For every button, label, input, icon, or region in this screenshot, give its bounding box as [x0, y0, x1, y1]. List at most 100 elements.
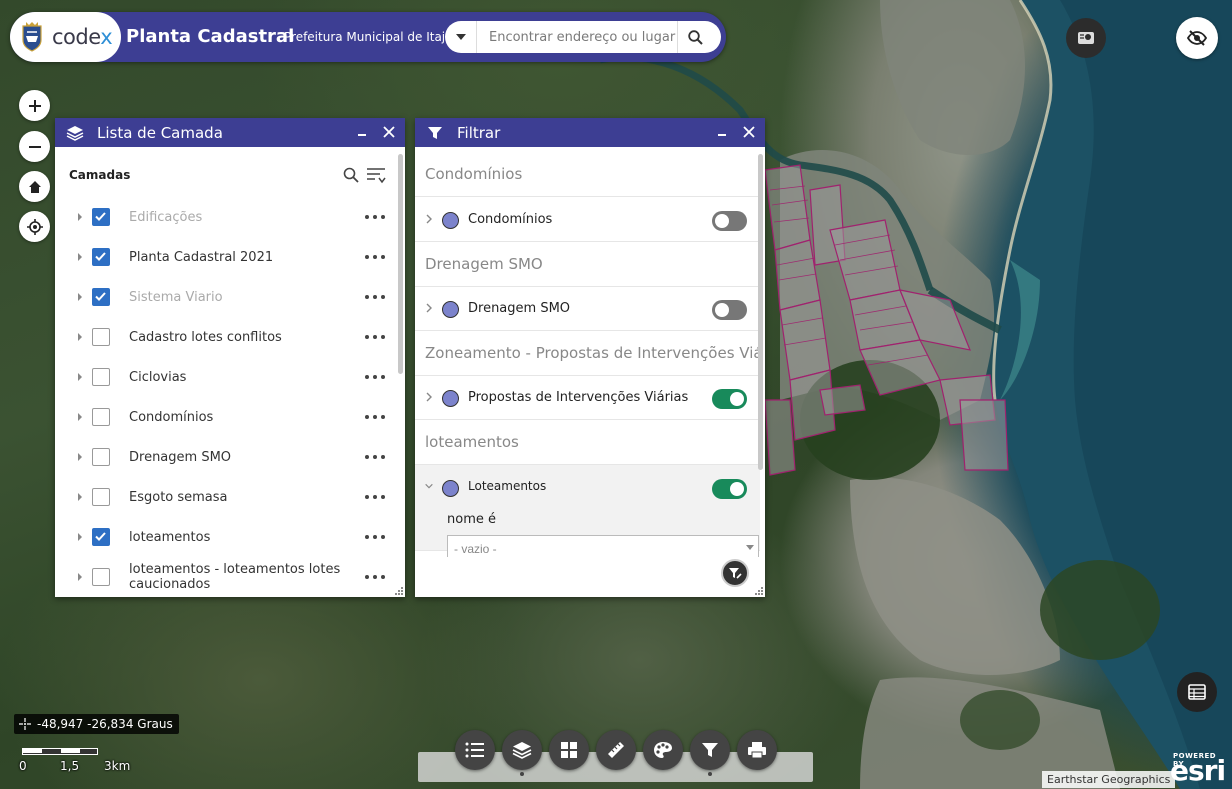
layer-checkbox[interactable] [92, 248, 110, 266]
filter-item-label: Loteamentos [468, 479, 547, 493]
minus-icon [28, 145, 41, 148]
visibility-toggle-button[interactable] [1176, 17, 1218, 59]
layer-row-planta-cadastral[interactable]: Planta Cadastral 2021 [55, 237, 395, 277]
layer-row-loteamentos-caucionados[interactable]: loteamentos - loteamentos lotes cauciona… [55, 557, 395, 597]
zoom-in-button[interactable] [19, 90, 50, 121]
expand-caret-icon[interactable] [75, 452, 85, 462]
more-options-icon[interactable] [364, 371, 386, 383]
search-button[interactable] [677, 21, 713, 53]
layer-name: Planta Cadastral 2021 [129, 249, 274, 265]
layer-row-sistema-viario[interactable]: Sistema Viario [55, 277, 395, 317]
layer-row-edificacoes[interactable]: Edificações [55, 197, 395, 237]
draw-button[interactable] [643, 730, 683, 770]
esri-logo[interactable]: POWERED BY esri [1168, 752, 1230, 787]
layer-name: loteamentos [129, 529, 211, 545]
zoom-out-button[interactable] [19, 131, 50, 162]
expand-caret-icon[interactable] [75, 492, 85, 502]
layer-row-cadastro-lotes-conflitos[interactable]: Cadastro lotes conflitos [55, 317, 395, 357]
expand-caret-icon[interactable] [75, 532, 85, 542]
plus-icon [28, 99, 41, 112]
brand-logo[interactable]: codex [10, 12, 121, 62]
apply-filter-button[interactable] [721, 559, 749, 587]
expand-caret-icon[interactable] [75, 252, 85, 262]
more-options-icon[interactable] [364, 411, 386, 423]
filter-toggle-switch[interactable] [712, 300, 747, 320]
layer-checkbox[interactable] [92, 368, 110, 386]
minimize-icon [718, 134, 726, 136]
locate-button[interactable] [19, 211, 50, 242]
layer-row-loteamentos[interactable]: loteamentos [55, 517, 395, 557]
filter-item-loteamentos[interactable]: Loteamentos nome é - vazio - [415, 465, 760, 557]
scale-label-end: 3km [104, 759, 131, 773]
minimize-button[interactable] [353, 123, 371, 141]
layer-checkbox[interactable] [92, 328, 110, 346]
filter-scrollbar[interactable] [758, 154, 763, 470]
measurement-button[interactable] [596, 730, 636, 770]
layer-checkbox[interactable] [92, 488, 110, 506]
more-options-icon[interactable] [364, 531, 386, 543]
expand-caret-icon[interactable] [75, 572, 85, 582]
filter-toggle-switch[interactable] [712, 211, 747, 231]
app-subtitle: Prefeitura Municipal de Itajaí [284, 30, 456, 44]
filter-value-dropdown[interactable]: - vazio - [447, 535, 759, 557]
more-options-icon[interactable] [364, 291, 386, 303]
layer-checkbox[interactable] [92, 408, 110, 426]
layer-list-title: Lista de Camada [97, 123, 223, 142]
filter-toggle-switch[interactable] [712, 479, 747, 499]
layer-row-esgoto-semasa[interactable]: Esgoto semasa [55, 477, 395, 517]
filter-item-drenagem[interactable]: Drenagem SMO [415, 287, 760, 331]
more-options-icon[interactable] [364, 331, 386, 343]
layer-checkbox[interactable] [92, 528, 110, 546]
basemap-gallery-button[interactable] [549, 730, 589, 770]
printer-icon [748, 742, 766, 759]
layer-list-button[interactable] [502, 730, 542, 770]
more-options-icon[interactable] [364, 491, 386, 503]
layer-checkbox[interactable] [92, 288, 110, 306]
resize-handle-icon[interactable] [755, 587, 763, 595]
expand-caret-icon[interactable] [75, 412, 85, 422]
chevron-right-icon[interactable] [424, 302, 434, 314]
print-button[interactable] [737, 730, 777, 770]
layer-name: Condomínios [129, 409, 214, 425]
search-input[interactable] [477, 22, 677, 52]
filter-toggle-switch[interactable] [712, 389, 747, 409]
filter-item-condominios[interactable]: Condomínios [415, 198, 760, 242]
minimize-button[interactable] [713, 123, 731, 141]
filter-item-intervencoes-viarias[interactable]: Propostas de Intervenções Viárias [415, 376, 760, 420]
layer-checkbox[interactable] [92, 448, 110, 466]
more-options-icon[interactable] [364, 451, 386, 463]
home-button[interactable] [19, 171, 50, 202]
funnel-icon [702, 743, 718, 757]
expand-caret-icon[interactable] [75, 372, 85, 382]
close-button[interactable] [380, 123, 398, 141]
expand-caret-icon[interactable] [75, 332, 85, 342]
close-button[interactable] [740, 123, 758, 141]
presence-toggle-button[interactable] [1066, 18, 1106, 58]
funnel-icon [425, 123, 445, 143]
layer-row-ciclovias[interactable]: Ciclovias [55, 357, 395, 397]
search-icon [688, 29, 703, 45]
layer-row-condominios[interactable]: Condomínios [55, 397, 395, 437]
more-options-icon[interactable] [364, 251, 386, 263]
filter-button[interactable] [690, 730, 730, 770]
attribute-table-button[interactable] [1177, 672, 1217, 712]
layer-checkbox[interactable] [92, 568, 110, 586]
chevron-right-icon[interactable] [424, 391, 434, 403]
layer-row-drenagem-smo[interactable]: Drenagem SMO [55, 437, 395, 477]
legend-button[interactable] [455, 730, 495, 770]
layer-list-scrollbar[interactable] [398, 154, 403, 374]
coordinate-readout[interactable]: -48,947 -26,834 Graus [14, 714, 179, 734]
palette-icon [654, 742, 672, 758]
expand-caret-icon[interactable] [75, 292, 85, 302]
layer-checkbox[interactable] [92, 208, 110, 226]
resize-handle-icon[interactable] [395, 587, 403, 595]
filter-layers-icon[interactable] [366, 166, 386, 184]
scale-bar-graphic [22, 748, 98, 755]
search-source-dropdown[interactable] [445, 21, 477, 53]
more-options-icon[interactable] [364, 211, 386, 223]
expand-caret-icon[interactable] [75, 212, 85, 222]
more-options-icon[interactable] [364, 571, 386, 583]
search-layers-icon[interactable] [343, 167, 359, 183]
chevron-right-icon[interactable] [424, 213, 434, 225]
chevron-down-icon[interactable] [424, 480, 434, 492]
